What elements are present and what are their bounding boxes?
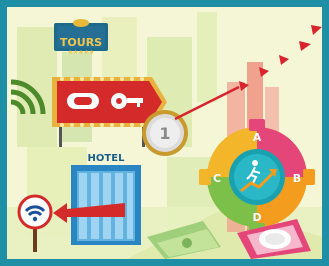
tours-stars: ★★★★★	[68, 49, 95, 56]
tourism-growth-illustration: TOURS ★★★★★ HOTEL 1 A B D C	[7, 7, 322, 259]
tours-sign-label: TOURS	[60, 36, 102, 49]
hotel-label: HOTEL	[88, 153, 126, 164]
hotel-building: HOTEL	[71, 153, 141, 245]
gear-label-b: B	[293, 172, 301, 185]
coin-label: 1	[159, 124, 170, 143]
tours-sign: TOURS ★★★★★	[54, 19, 108, 56]
illustration-frame: TOURS ★★★★★ HOTEL 1 A B D C	[0, 0, 329, 266]
gear-label-c: C	[213, 172, 221, 185]
gear-label-d: D	[252, 211, 261, 224]
gear-label-a: A	[253, 131, 262, 144]
